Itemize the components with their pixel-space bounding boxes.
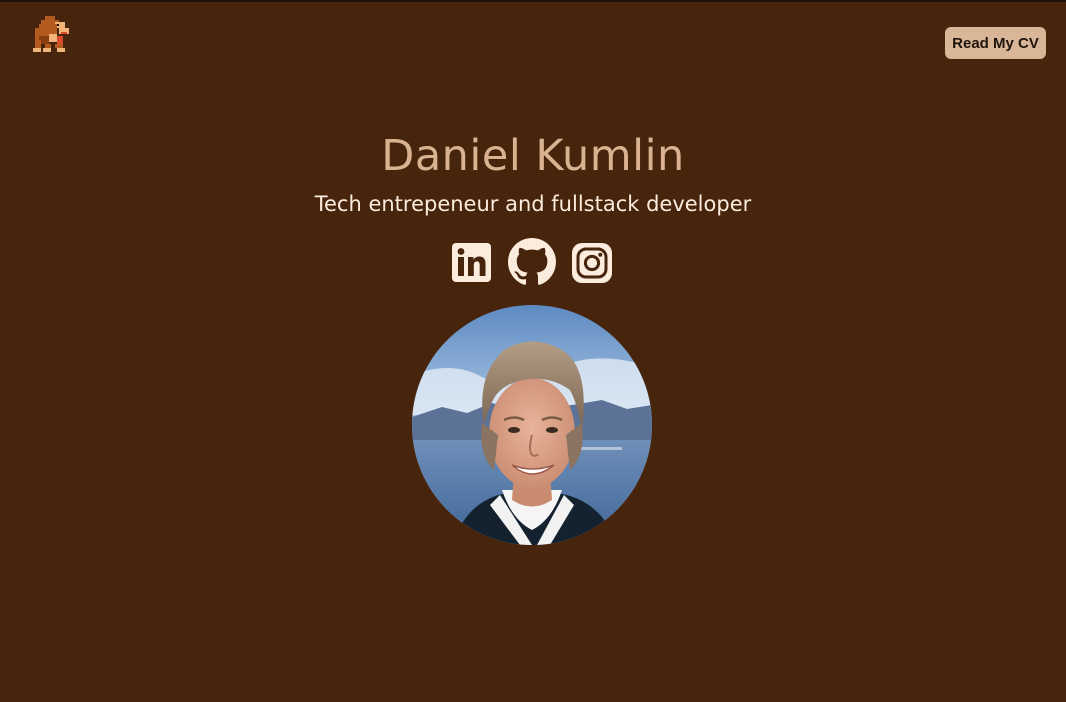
- instagram-icon[interactable]: [572, 243, 612, 283]
- page-title: Daniel Kumlin: [381, 131, 685, 181]
- github-icon[interactable]: [508, 238, 556, 286]
- avatar: [412, 305, 652, 545]
- tagline: Tech entrepeneur and fullstack developer: [314, 192, 752, 216]
- social-links: [452, 238, 614, 286]
- read-cv-button[interactable]: Read My CV: [945, 27, 1046, 59]
- linkedin-icon[interactable]: [452, 243, 491, 282]
- pixel-ape-icon[interactable]: [33, 16, 71, 52]
